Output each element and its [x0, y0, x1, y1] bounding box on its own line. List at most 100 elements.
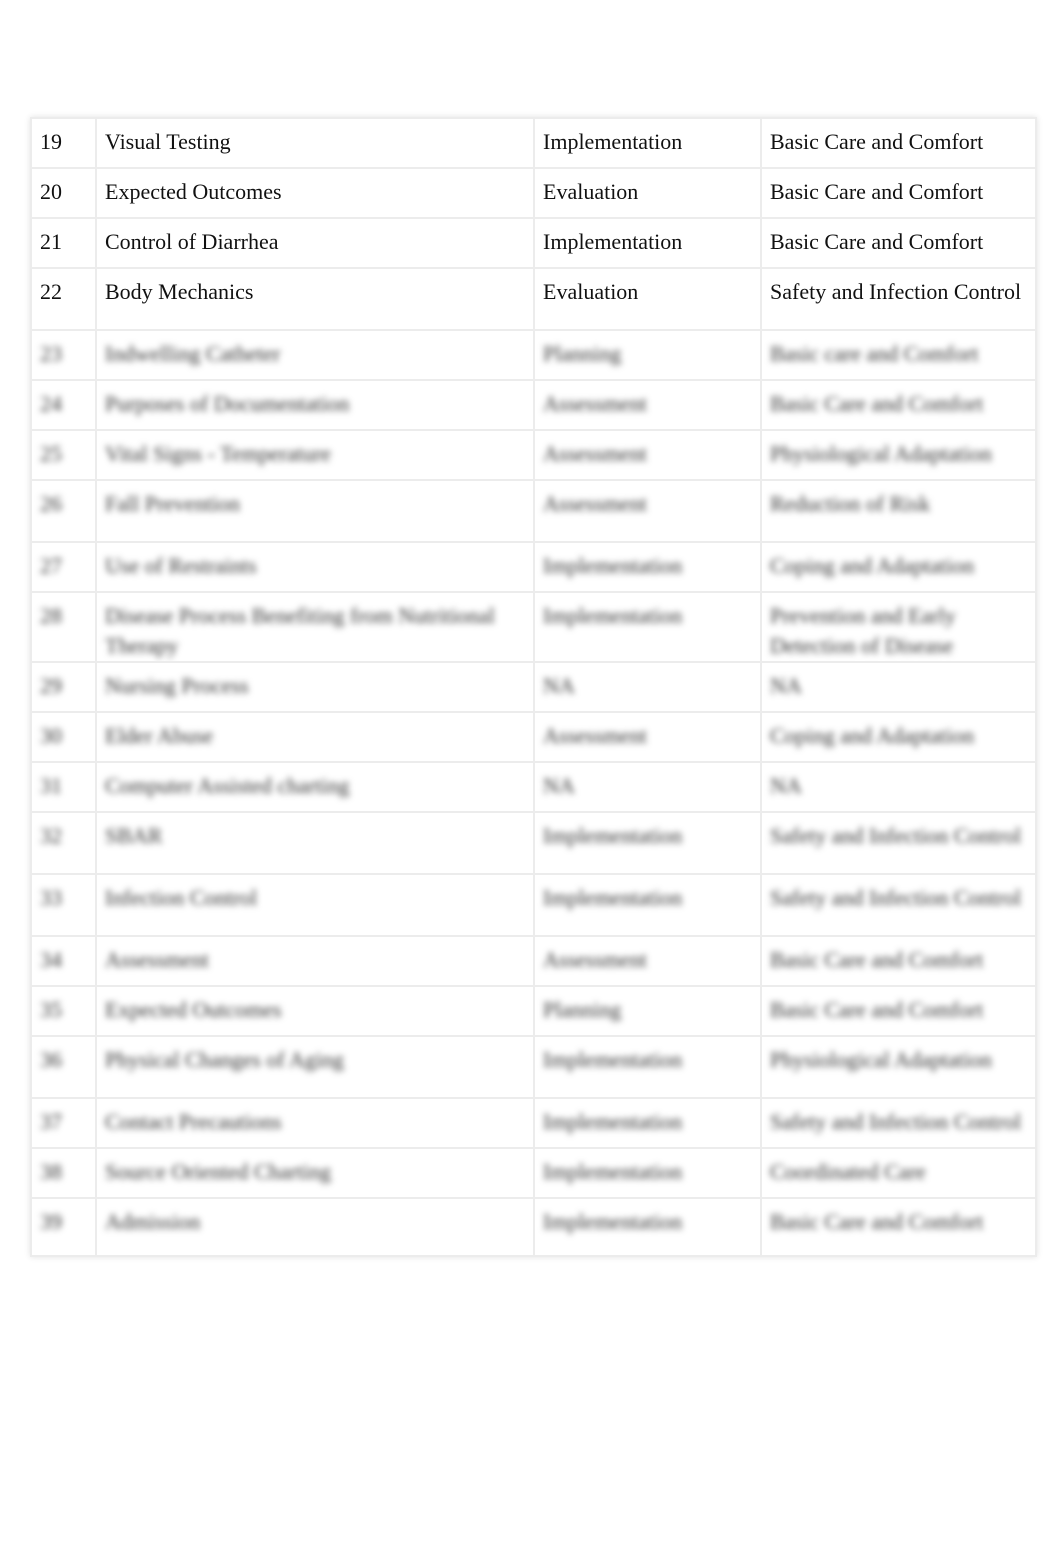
client-need-cell: Basic Care and Comfort [760, 167, 1037, 219]
nursing-process-cell: Assessment [533, 711, 762, 763]
topic-cell-text: Elder Abuse [105, 723, 214, 748]
client-need-cell: Coordinated Care [760, 1147, 1037, 1199]
nursing-process-cell: Assessment [533, 429, 762, 481]
row-number-text: 23 [40, 341, 62, 366]
client-need-cell-text: Basic Care and Comfort [770, 997, 984, 1022]
row-number-text: 21 [40, 229, 62, 254]
client-need-cell-text: Coping and Adaptation [770, 553, 975, 578]
nursing-process-cell: Evaluation [533, 267, 762, 331]
nursing-process-cell: Assessment [533, 479, 762, 543]
row-number-text: 22 [40, 279, 62, 304]
row-number: 38 [30, 1147, 97, 1199]
client-need-cell: Basic care and Comfort [760, 329, 1037, 381]
topic-cell: Purposes of Documentation [95, 379, 535, 431]
row-number: 30 [30, 711, 97, 763]
nursing-process-cell: Implementation [533, 117, 762, 169]
client-need-cell: Prevention and Early Detection of Diseas… [760, 591, 1037, 663]
nursing-process-cell: Evaluation [533, 167, 762, 219]
table-row: 39 Admission Implementation Basic Care and … [30, 1197, 1037, 1257]
table-body: 19 Visual Testing Implementation Basic Care… [30, 117, 1037, 1257]
row-number: 26 [30, 479, 97, 543]
row-number-text: 32 [40, 823, 62, 848]
row-number: 36 [30, 1035, 97, 1099]
nursing-process-cell: Implementation [533, 1097, 762, 1149]
row-number: 21 [30, 217, 97, 269]
topic-cell-text: Infection Control [105, 885, 258, 910]
nursing-process-cell: Implementation [533, 1035, 762, 1099]
row-number-text: 31 [40, 773, 62, 798]
topic-cell-text: Assessment [105, 947, 209, 972]
table-row: 19 Visual Testing Implementation Basic Care… [30, 117, 1037, 169]
nursing-process-cell: Implementation [533, 1197, 762, 1257]
topic-cell: Computer Assisted charting [95, 761, 535, 813]
nursing-process-cell-text: Implementation [543, 1209, 683, 1234]
nursing-process-cell: Implementation [533, 541, 762, 593]
client-need-cell-text: Basic Care and Comfort [770, 229, 984, 254]
client-need-cell: Safety and Infection Control [760, 873, 1037, 937]
nursing-process-cell-text: Assessment [543, 947, 647, 972]
table-row: 25 Vital Signs - Temperature Assessment Phy… [30, 429, 1037, 481]
topic-cell: Vital Signs - Temperature [95, 429, 535, 481]
client-need-cell-text: Basic Care and Comfort [770, 179, 984, 204]
nursing-process-cell-text: Implementation [543, 553, 683, 578]
row-number-text: 35 [40, 997, 62, 1022]
table-row: 26 Fall Prevention Assessment Reduction of … [30, 479, 1037, 543]
table-row: 38 Source Oriented Charting Implementation… [30, 1147, 1037, 1199]
topics-table: 19 Visual Testing Implementation Basic Care… [30, 117, 1037, 1257]
client-need-cell: Basic Care and Comfort [760, 379, 1037, 431]
client-need-cell-text: Coping and Adaptation [770, 723, 975, 748]
client-need-cell: Basic Care and Comfort [760, 935, 1037, 987]
topic-cell-text: Purposes of Documentation [105, 391, 350, 416]
topic-cell: Indwelling Catheter [95, 329, 535, 381]
client-need-cell-text: Safety and Infection Control [770, 279, 1022, 304]
nursing-process-cell-text: Implementation [543, 603, 683, 628]
client-need-cell-text: Reduction of Risk [770, 491, 931, 516]
nursing-process-cell-text: Implementation [543, 1159, 683, 1184]
topic-cell: Use of Restraints [95, 541, 535, 593]
table-row: 30 Elder Abuse Assessment Coping and Adapta… [30, 711, 1037, 763]
client-need-cell-text: NA [770, 673, 802, 698]
nursing-process-cell-text: Assessment [543, 491, 647, 516]
client-need-cell-text: Safety and Infection Control [770, 885, 1022, 910]
row-number: 31 [30, 761, 97, 813]
row-number: 19 [30, 117, 97, 169]
nursing-process-cell: Planning [533, 329, 762, 381]
nursing-process-cell-text: Assessment [543, 441, 647, 466]
topic-cell-text: Visual Testing [105, 129, 231, 154]
topic-cell-text: Indwelling Catheter [105, 341, 281, 366]
table-row: 20 Expected Outcomes Evaluation Basic Care … [30, 167, 1037, 219]
topic-cell-text: Control of Diarrhea [105, 229, 279, 254]
topic-cell-text: SBAR [105, 823, 163, 848]
nursing-process-cell-text: Assessment [543, 723, 647, 748]
row-number: 28 [30, 591, 97, 663]
topic-cell-text: Expected Outcomes [105, 179, 282, 204]
table-row: 37 Contact Precautions Implementation Safet… [30, 1097, 1037, 1149]
nursing-process-cell: NA [533, 661, 762, 713]
topic-cell: Visual Testing [95, 117, 535, 169]
nursing-process-cell: Assessment [533, 379, 762, 431]
nursing-process-cell-text: Evaluation [543, 179, 639, 204]
nursing-process-cell-text: Implementation [543, 823, 683, 848]
row-number: 34 [30, 935, 97, 987]
nursing-process-cell-text: NA [543, 773, 575, 798]
topic-cell-text: Expected Outcomes [105, 997, 282, 1022]
topic-cell: Nursing Process [95, 661, 535, 713]
nursing-process-cell: Implementation [533, 1147, 762, 1199]
topic-cell: Disease Process Benefiting from Nutritio… [95, 591, 535, 663]
topic-cell: Admission [95, 1197, 535, 1257]
client-need-cell-text: Basic Care and Comfort [770, 1209, 984, 1234]
nursing-process-cell-text: Implementation [543, 1047, 683, 1072]
table-row: 28 Disease Process Benefiting from Nutrit… [30, 591, 1037, 663]
row-number-text: 19 [40, 129, 62, 154]
client-need-cell-text: Prevention and Early Detection of Diseas… [770, 603, 956, 658]
nursing-process-cell: Implementation [533, 873, 762, 937]
row-number-text: 38 [40, 1159, 62, 1184]
row-number-text: 37 [40, 1109, 62, 1134]
nursing-process-cell-text: Evaluation [543, 279, 639, 304]
topic-cell-text: Contact Precautions [105, 1109, 282, 1134]
client-need-cell: Basic Care and Comfort [760, 985, 1037, 1037]
topic-cell-text: Physical Changes of Aging [105, 1047, 344, 1072]
client-need-cell: Reduction of Risk [760, 479, 1037, 543]
client-need-cell-text: Coordinated Care [770, 1159, 926, 1184]
client-need-cell-text: Physiological Adaptation [770, 1047, 992, 1072]
